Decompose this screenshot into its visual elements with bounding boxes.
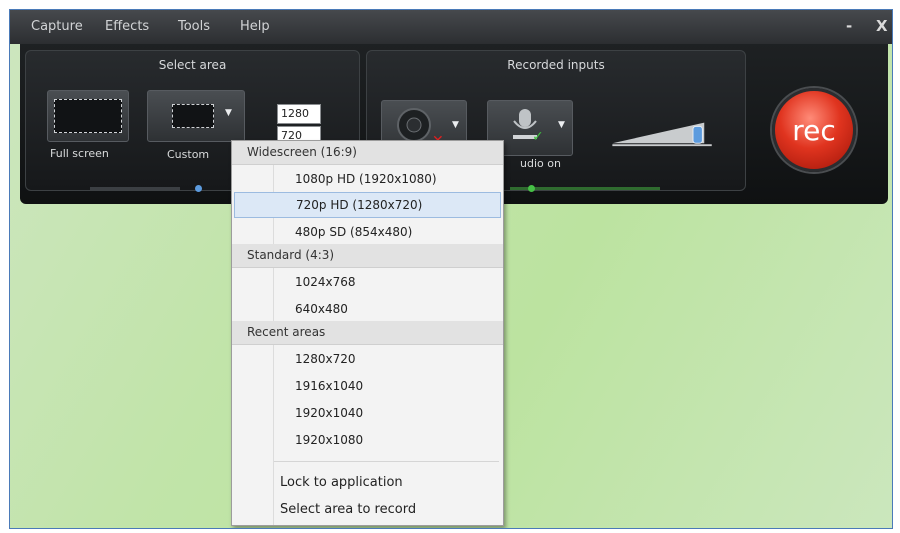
select-area-indicator-dot [195,185,202,192]
menu-tools[interactable]: Tools [178,19,210,34]
audio-on-label: udio on [520,157,561,170]
menu-item-480p[interactable]: 480p SD (854x480) [234,219,501,245]
custom-area-icon [172,104,214,128]
svg-text:✓: ✓ [532,129,544,145]
menu-item-recent-1916x1040[interactable]: 1916x1040 [234,373,501,399]
menu-item-720p[interactable]: 720p HD (1280x720) [234,192,501,218]
custom-button[interactable]: ▼ [147,90,245,142]
custom-label: Custom [167,148,210,161]
minimize-button[interactable]: - [846,17,852,35]
area-size-dropdown-menu: Widescreen (16:9) 1080p HD (1920x1080) 7… [231,140,504,526]
menu-capture[interactable]: Capture [31,19,83,34]
select-area-indicator [90,187,180,190]
menu-item-recent-1920x1080[interactable]: 1920x1080 [234,427,501,453]
volume-slider[interactable] [608,117,718,147]
menu-header-recent: Recent areas [232,321,503,345]
menu-item-1024x768[interactable]: 1024x768 [234,269,501,295]
full-screen-button[interactable] [47,90,129,142]
menu-item-recent-1280x720[interactable]: 1280x720 [234,346,501,372]
svg-text:▼: ▼ [452,120,459,130]
full-screen-label: Full screen [50,147,109,160]
width-field[interactable]: 1280 [277,104,321,124]
lock-to-application-item[interactable]: Lock to application [280,475,403,490]
select-area-title: Select area [158,58,227,72]
chevron-down-icon: ▼ [225,108,232,118]
menu-item-recent-1920x1040[interactable]: 1920x1040 [234,400,501,426]
menu-bar: Capture Effects Tools Help - X [10,10,892,44]
svg-text:▼: ▼ [558,120,565,130]
recorded-inputs-indicator-dot [528,185,535,192]
menu-header-widescreen: Widescreen (16:9) [232,141,503,165]
menu-effects[interactable]: Effects [105,19,149,34]
close-button[interactable]: X [876,17,888,35]
recorder-window: Capture Effects Tools Help - X Select ar… [9,9,893,529]
menu-separator [274,461,499,462]
menu-item-640x480[interactable]: 640x480 [234,296,501,322]
menu-header-standard: Standard (4:3) [232,244,503,268]
full-screen-icon [54,99,122,133]
menu-help[interactable]: Help [240,19,270,34]
menu-item-1080p[interactable]: 1080p HD (1920x1080) [234,166,501,192]
select-area-to-record-item[interactable]: Select area to record [280,502,416,517]
recorded-inputs-title: Recorded inputs [507,58,605,72]
rec-button[interactable]: rec [772,88,856,172]
